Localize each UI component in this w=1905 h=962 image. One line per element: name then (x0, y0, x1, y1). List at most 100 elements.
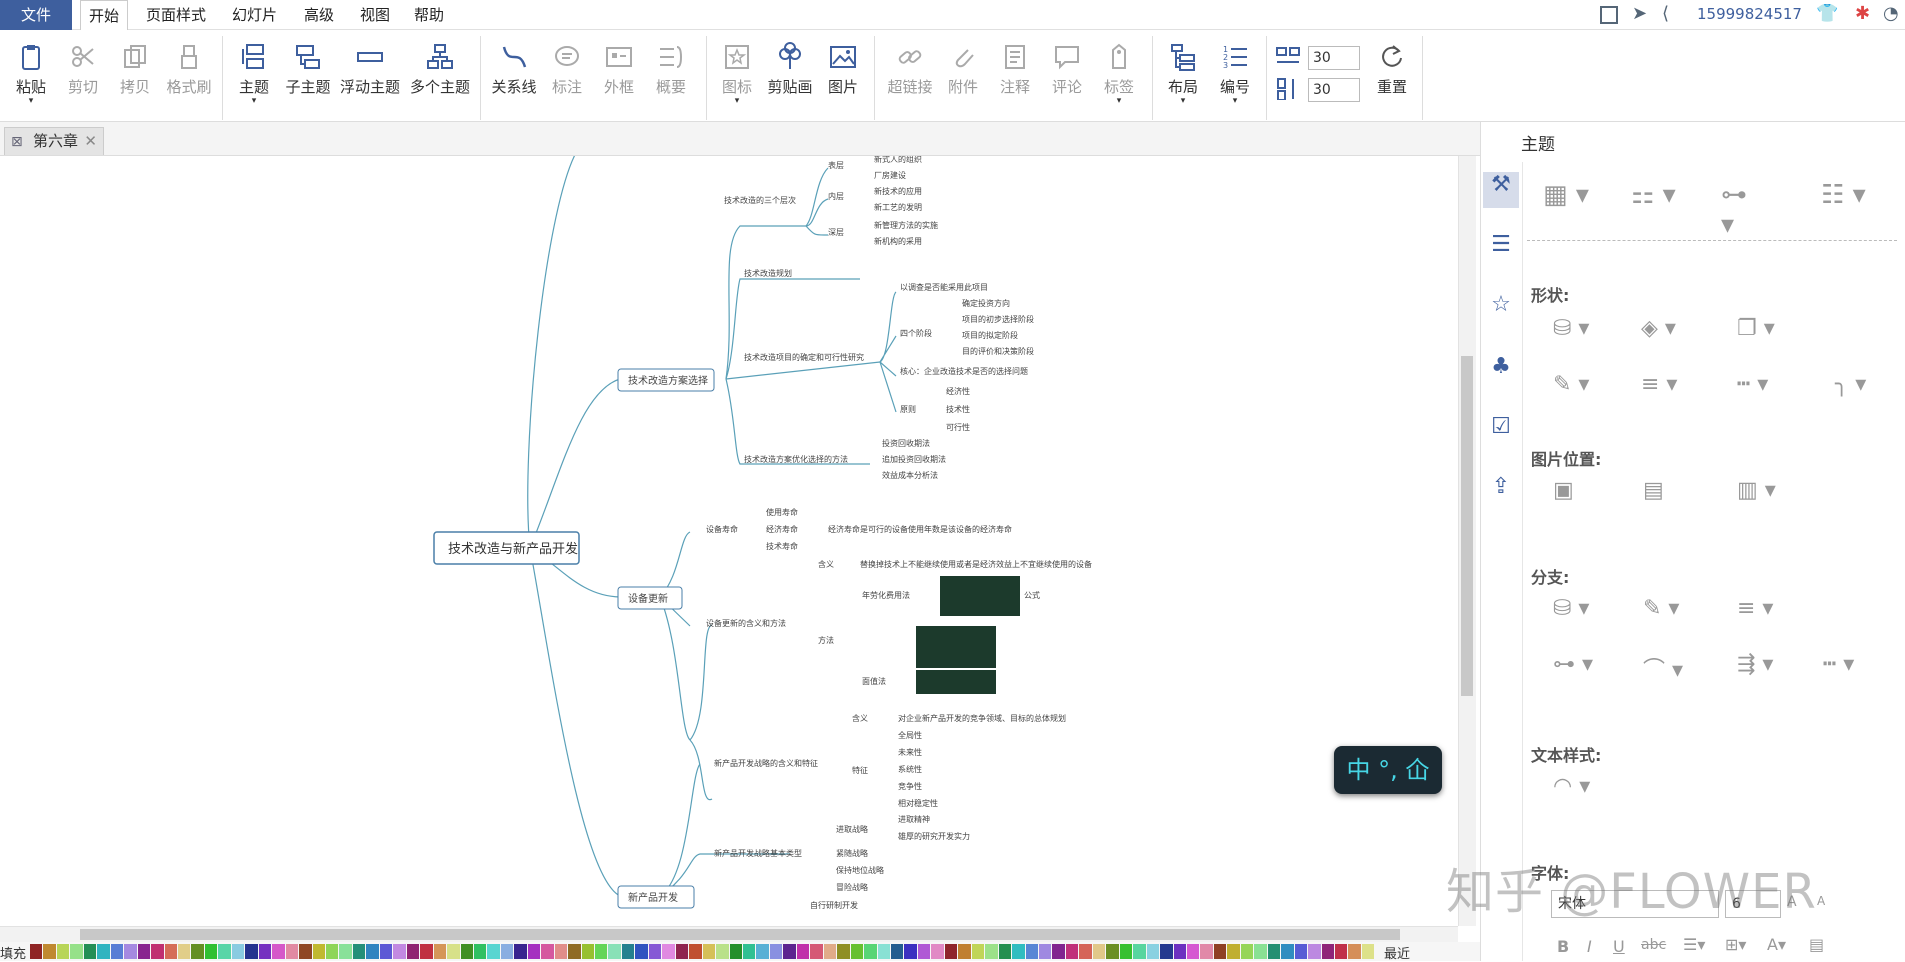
menu-help[interactable]: 帮助 (406, 0, 452, 30)
color-swatch[interactable] (850, 944, 864, 959)
color-swatch[interactable] (891, 944, 904, 959)
paste-button[interactable]: 粘贴 ▾ (10, 42, 52, 106)
share-icon[interactable]: ⟨ (1662, 3, 1669, 24)
color-swatch[interactable] (514, 944, 527, 959)
branch-arrow-icon[interactable]: ⇶ ▾ (1737, 652, 1783, 688)
color-swatch[interactable] (1348, 944, 1361, 959)
color-swatch[interactable] (83, 944, 97, 959)
color-swatch[interactable] (393, 944, 406, 959)
line-weight-icon[interactable]: ≡ ▾ (1641, 372, 1687, 408)
color-swatch[interactable] (177, 944, 191, 959)
format-brush-button[interactable]: 格式刷 (162, 42, 216, 97)
hyperlink-button[interactable]: 超链接 (886, 42, 934, 97)
color-swatch[interactable] (1079, 944, 1092, 959)
shadow-icon[interactable]: ❐ ▾ (1737, 316, 1783, 352)
color-swatch[interactable] (1213, 944, 1227, 959)
color-swatch[interactable] (541, 944, 554, 959)
branch-curve-icon[interactable]: ⌒ ▾ (1643, 652, 1689, 688)
color-swatch[interactable] (581, 944, 595, 959)
color-swatch[interactable] (1186, 944, 1200, 959)
color-swatch[interactable] (500, 944, 514, 959)
color-swatch[interactable] (1308, 944, 1321, 959)
numbering-button[interactable]: 123 编号 ▾ (1216, 42, 1254, 106)
color-swatch[interactable] (971, 944, 985, 959)
color-swatch[interactable] (837, 944, 850, 959)
color-swatch[interactable] (958, 944, 971, 959)
color-swatch[interactable] (917, 944, 931, 959)
structure-org-icon[interactable]: ⚏ ▾ (1631, 180, 1677, 216)
color-swatch[interactable] (743, 944, 756, 959)
color-swatch[interactable] (325, 944, 339, 959)
color-swatch[interactable] (1227, 944, 1240, 959)
color-swatch[interactable] (312, 944, 325, 959)
icon-tab-icon[interactable]: ☆ (1483, 292, 1519, 328)
structure-tree-icon[interactable]: ⊶ ▾ (1721, 180, 1767, 240)
format-brush-tab-icon[interactable]: ⚒ (1483, 172, 1519, 208)
vertical-scrollbar[interactable] (1458, 156, 1476, 926)
color-swatch[interactable] (1334, 944, 1348, 959)
color-swatch[interactable] (1092, 944, 1106, 959)
color-swatch[interactable] (1281, 944, 1294, 959)
color-swatch[interactable] (877, 944, 890, 959)
color-swatch[interactable] (299, 944, 312, 959)
color-swatch[interactable] (904, 944, 917, 959)
color-swatch[interactable] (648, 944, 662, 959)
color-swatch[interactable] (1173, 944, 1186, 959)
picture-button[interactable]: 图片 (824, 42, 862, 97)
vertical-spacing-input[interactable]: 30 (1308, 78, 1360, 102)
color-swatch[interactable] (1052, 944, 1065, 959)
color-swatch[interactable] (810, 944, 823, 959)
color-swatch[interactable] (406, 944, 420, 959)
color-swatch[interactable] (675, 944, 689, 959)
color-swatch[interactable] (204, 944, 218, 959)
color-swatch[interactable] (191, 944, 204, 959)
formula-image[interactable] (940, 576, 1020, 616)
color-swatch[interactable] (56, 944, 70, 959)
color-swatch[interactable] (662, 944, 675, 959)
image-left-icon[interactable]: ▣ (1553, 478, 1599, 514)
color-swatch[interactable] (1200, 944, 1213, 959)
layout-button[interactable]: 布局 ▾ (1164, 42, 1202, 106)
border-pen-icon[interactable]: ✎ ▾ (1553, 372, 1599, 408)
menu-start[interactable]: 开始 (80, 0, 129, 31)
relation-line-button[interactable]: 关系线 (490, 42, 538, 97)
color-swatch[interactable] (635, 944, 648, 959)
color-swatch[interactable] (43, 944, 56, 959)
color-swatch[interactable] (352, 944, 366, 959)
color-swatch[interactable] (110, 944, 124, 959)
color-swatch[interactable] (339, 944, 352, 959)
color-swatch[interactable] (258, 944, 272, 959)
color-swatch[interactable] (998, 944, 1012, 959)
color-swatch[interactable] (420, 944, 433, 959)
horizontal-scrollbar[interactable] (0, 926, 1458, 942)
export-tab-icon[interactable]: ⇪ (1483, 474, 1519, 510)
branch-pen-icon[interactable]: ✎ ▾ (1643, 596, 1689, 632)
color-swatch[interactable] (1119, 944, 1133, 959)
color-swatch[interactable] (1065, 944, 1079, 959)
shape-diamond-icon[interactable]: ◈ ▾ (1641, 316, 1687, 352)
font-color-icon[interactable]: A▾ (1767, 935, 1786, 954)
vertical-scroll-thumb[interactable] (1461, 356, 1473, 696)
cut-button[interactable]: 剪切 (62, 42, 104, 97)
fill-bucket-icon[interactable]: ⛁ ▾ (1553, 316, 1599, 352)
subtopic-button[interactable]: 子主题 (284, 42, 332, 97)
color-swatch[interactable] (689, 944, 702, 959)
text-arc-icon[interactable]: ◠ ▾ (1553, 774, 1599, 810)
color-swatch[interactable] (864, 944, 877, 959)
image-top-icon[interactable]: ▤ (1643, 478, 1689, 514)
color-swatch[interactable] (527, 944, 541, 959)
color-swatch[interactable] (944, 944, 958, 959)
color-swatch[interactable] (1146, 944, 1160, 959)
ime-indicator[interactable]: 中 °, 仚 (1334, 746, 1442, 794)
line-style-icon[interactable]: ┅ ▾ (1737, 372, 1783, 408)
branch-weight-icon[interactable]: ≡ ▾ (1737, 596, 1783, 632)
align-icon[interactable]: ☰▾ (1683, 935, 1705, 954)
color-swatch[interactable] (823, 944, 837, 959)
branch-dash-icon[interactable]: ┅ ▾ (1823, 652, 1869, 688)
color-swatch[interactable] (97, 944, 110, 959)
color-swatch[interactable] (151, 944, 164, 959)
color-swatch[interactable] (245, 944, 258, 959)
color-swatch[interactable] (595, 944, 608, 959)
underline-icon[interactable]: U (1613, 937, 1625, 956)
bold-icon[interactable]: B (1557, 937, 1569, 956)
